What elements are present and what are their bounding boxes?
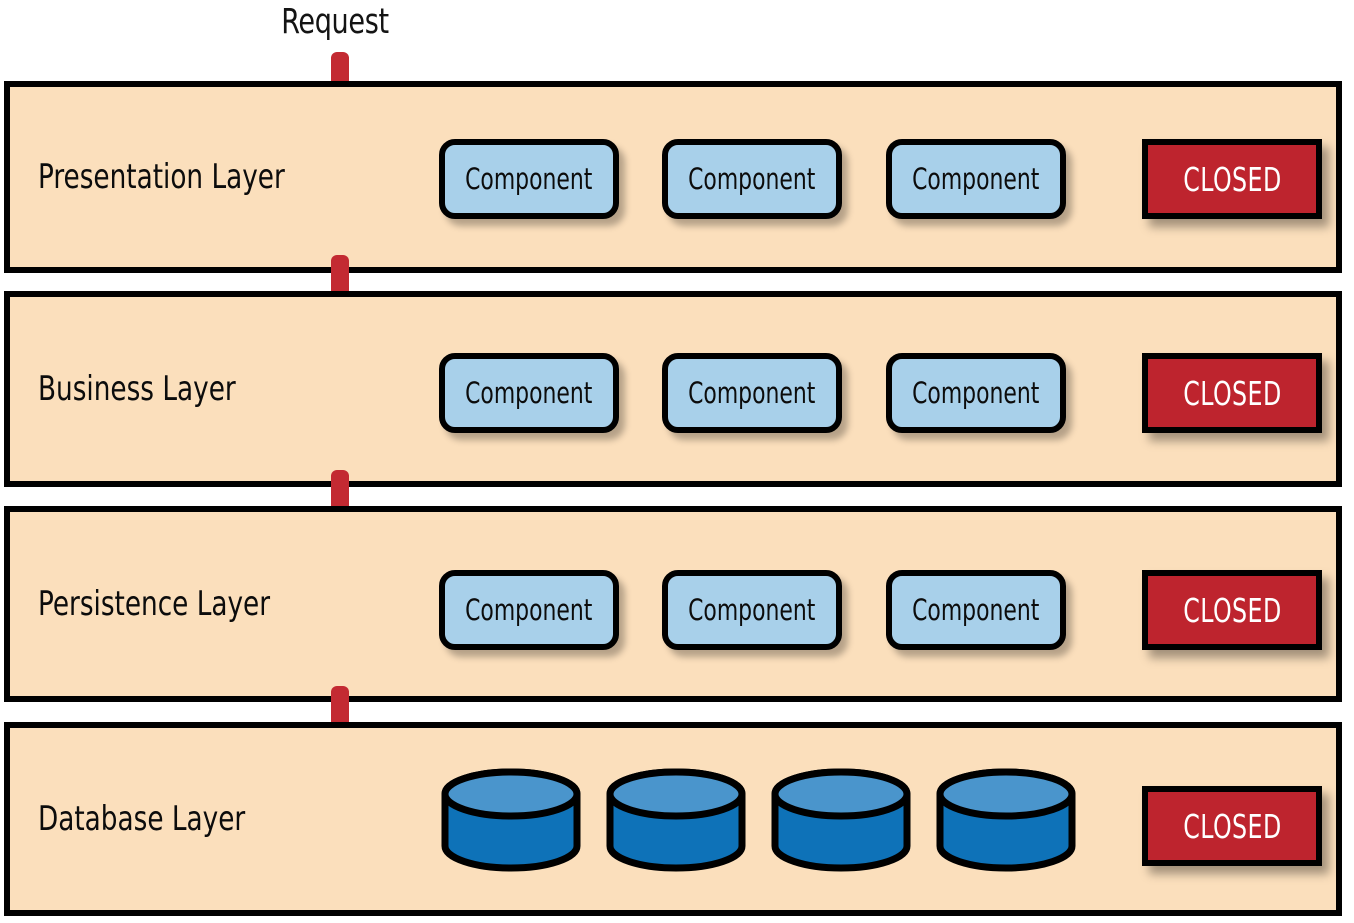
database-cylinder-icon[interactable] [934, 768, 1078, 872]
status-badge-closed: CLOSED [1142, 139, 1322, 219]
component-box[interactable]: Component [662, 353, 842, 433]
status-badge-label: CLOSED [1182, 590, 1282, 630]
component-label: Component [465, 376, 593, 410]
status-badge-closed: CLOSED [1142, 353, 1322, 433]
component-label: Component [465, 162, 593, 196]
layer-persistence-label: Persistence Layer [38, 584, 271, 624]
component-label: Component [688, 162, 816, 196]
component-box[interactable]: Component [439, 139, 619, 219]
layer-persistence: Persistence Layer Component Component Co… [4, 506, 1342, 702]
layer-presentation-label: Presentation Layer [38, 157, 285, 197]
layer-presentation: Presentation Layer Component Component C… [4, 81, 1342, 273]
component-label: Component [688, 376, 816, 410]
database-cylinder-icon[interactable] [439, 768, 583, 872]
layered-architecture-diagram: Request Presentation Layer Component Com… [0, 0, 1354, 923]
component-box[interactable]: Component [662, 139, 842, 219]
component-box[interactable]: Component [886, 353, 1066, 433]
status-badge-label: CLOSED [1182, 159, 1282, 199]
component-box[interactable]: Component [662, 570, 842, 650]
component-label: Component [912, 593, 1040, 627]
component-box[interactable]: Component [886, 139, 1066, 219]
status-badge-label: CLOSED [1182, 373, 1282, 413]
component-label: Component [912, 376, 1040, 410]
request-flow-label: Request [281, 2, 389, 42]
status-badge-closed: CLOSED [1142, 786, 1322, 866]
layer-business: Business Layer Component Component Compo… [4, 291, 1342, 487]
layer-database-label: Database Layer [38, 799, 246, 839]
layer-business-label: Business Layer [38, 369, 236, 409]
status-badge-closed: CLOSED [1142, 570, 1322, 650]
component-label: Component [465, 593, 593, 627]
component-box[interactable]: Component [439, 570, 619, 650]
component-label: Component [688, 593, 816, 627]
database-cylinder-icon[interactable] [769, 768, 913, 872]
database-cylinder-icon[interactable] [604, 768, 748, 872]
component-label: Component [912, 162, 1040, 196]
component-box[interactable]: Component [886, 570, 1066, 650]
component-box[interactable]: Component [439, 353, 619, 433]
layer-database: Database Layer CLOSED [4, 722, 1342, 916]
status-badge-label: CLOSED [1182, 806, 1282, 846]
